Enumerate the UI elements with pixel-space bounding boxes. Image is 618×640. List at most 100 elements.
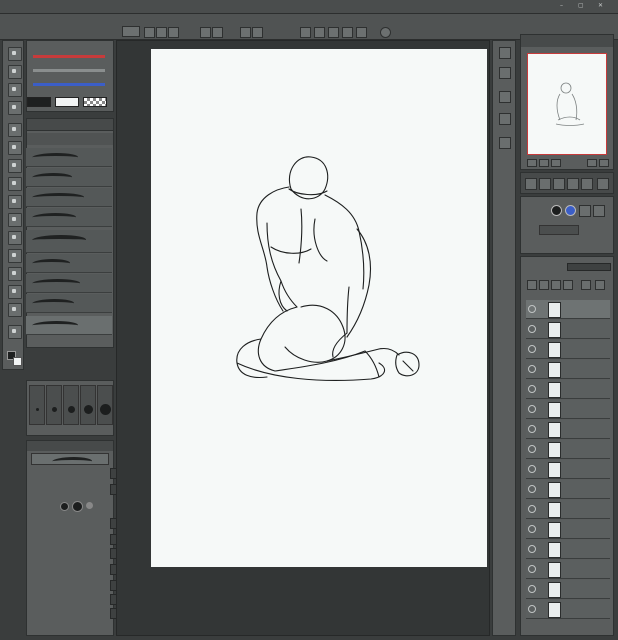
visibility-eye-icon[interactable] xyxy=(528,465,536,473)
fill-selection-icon[interactable] xyxy=(252,27,263,38)
layer-row[interactable] xyxy=(526,460,610,479)
visibility-eye-icon[interactable] xyxy=(528,545,536,553)
eyedropper-icon[interactable] xyxy=(8,141,22,155)
airbrush-icon[interactable] xyxy=(8,213,22,227)
delete-layer-icon[interactable] xyxy=(595,280,605,290)
property-row[interactable] xyxy=(28,608,122,619)
border-icon[interactable] xyxy=(579,205,591,217)
mask-icon[interactable] xyxy=(563,280,573,290)
layer-blend-row[interactable] xyxy=(523,261,611,275)
layer-row[interactable] xyxy=(526,480,610,499)
new-file-icon[interactable] xyxy=(144,27,155,38)
visibility-eye-icon[interactable] xyxy=(528,585,536,593)
layer-row[interactable] xyxy=(526,560,610,579)
navigator-tab-icon[interactable] xyxy=(499,47,511,59)
visibility-eye-icon[interactable] xyxy=(528,305,536,313)
brush-item[interactable] xyxy=(26,208,112,227)
maximize-icon[interactable]: ▢ xyxy=(578,1,584,11)
pen-icon[interactable] xyxy=(8,159,22,173)
special-ruler-icon[interactable] xyxy=(342,27,353,38)
brush-item[interactable] xyxy=(26,254,112,273)
visibility-eye-icon[interactable] xyxy=(528,325,536,333)
brush-icon[interactable] xyxy=(8,195,22,209)
info-icon[interactable] xyxy=(380,27,391,38)
ruler-icon[interactable] xyxy=(8,325,22,339)
effect-icon[interactable] xyxy=(551,205,562,216)
close-icon[interactable]: ✕ xyxy=(598,1,603,11)
figure-icon[interactable] xyxy=(8,285,22,299)
navigator-zoom-controls[interactable] xyxy=(527,159,609,167)
layer-row[interactable] xyxy=(526,360,610,379)
brush-item[interactable] xyxy=(26,274,112,293)
new-layer-icon[interactable] xyxy=(581,280,591,290)
canvas-page[interactable] xyxy=(151,49,487,567)
flip-icon[interactable] xyxy=(581,178,593,190)
fit-icon[interactable] xyxy=(553,178,565,190)
blue-slider[interactable] xyxy=(33,83,105,86)
brush-item[interactable] xyxy=(26,294,112,313)
material-tab-icon[interactable] xyxy=(499,91,511,103)
lasso-icon[interactable] xyxy=(8,123,22,137)
size-preset[interactable] xyxy=(29,385,45,425)
select-icon[interactable] xyxy=(8,101,22,115)
text-icon[interactable] xyxy=(8,303,22,317)
layer-row[interactable] xyxy=(526,440,610,459)
redo-icon[interactable] xyxy=(212,27,223,38)
property-row[interactable] xyxy=(28,580,122,591)
property-row[interactable] xyxy=(28,484,122,495)
red-slider[interactable] xyxy=(33,55,105,58)
layer-row[interactable] xyxy=(526,300,610,319)
visibility-eye-icon[interactable] xyxy=(528,505,536,513)
history-tab-icon[interactable] xyxy=(499,113,511,125)
canvas-workspace[interactable] xyxy=(116,40,490,636)
reset-icon[interactable] xyxy=(597,178,609,190)
brush-item[interactable] xyxy=(26,148,112,167)
visibility-eye-icon[interactable] xyxy=(528,565,536,573)
ruler-snap-icon[interactable] xyxy=(314,27,325,38)
reference-icon[interactable] xyxy=(551,280,561,290)
minimize-icon[interactable]: – xyxy=(560,1,563,11)
tone-icon[interactable] xyxy=(593,205,605,217)
opacity-slider[interactable] xyxy=(567,263,611,271)
size-preset[interactable] xyxy=(46,385,62,425)
layer-row[interactable] xyxy=(526,420,610,439)
layer-row[interactable] xyxy=(526,500,610,519)
perspective-icon[interactable] xyxy=(356,27,367,38)
visibility-eye-icon[interactable] xyxy=(528,605,536,613)
save-icon[interactable] xyxy=(168,27,179,38)
expression-color-select[interactable] xyxy=(539,225,579,235)
visibility-eye-icon[interactable] xyxy=(528,385,536,393)
layer-row[interactable] xyxy=(526,400,610,419)
fill-icon[interactable] xyxy=(8,249,22,263)
visibility-eye-icon[interactable] xyxy=(528,445,536,453)
brush-item-selected[interactable] xyxy=(26,316,112,335)
zoom-icon[interactable] xyxy=(8,65,22,79)
size-preset[interactable] xyxy=(80,385,96,425)
layer-color-icon[interactable] xyxy=(565,205,576,216)
layer-row[interactable] xyxy=(526,600,610,619)
main-color-box[interactable] xyxy=(27,97,51,107)
layer-row[interactable] xyxy=(526,580,610,599)
layer-row[interactable] xyxy=(526,340,610,359)
grid-snap-icon[interactable] xyxy=(328,27,339,38)
visibility-eye-icon[interactable] xyxy=(528,345,536,353)
subtool-tabs[interactable] xyxy=(27,133,113,145)
clear-icon[interactable] xyxy=(240,27,251,38)
brush-tip-row[interactable] xyxy=(58,500,108,512)
pencil-icon[interactable] xyxy=(8,177,22,191)
layer-row[interactable] xyxy=(526,540,610,559)
library-tab-icon[interactable] xyxy=(499,137,511,149)
undo-icon[interactable] xyxy=(200,27,211,38)
sub-view-tab-icon[interactable] xyxy=(499,67,511,79)
zoom-in-icon[interactable] xyxy=(525,178,537,190)
eraser-icon[interactable] xyxy=(8,231,22,245)
transparent-color-box[interactable] xyxy=(83,97,107,107)
layer-row[interactable] xyxy=(526,320,610,339)
property-row[interactable] xyxy=(28,468,122,479)
transform-icon[interactable] xyxy=(300,27,311,38)
home-icon[interactable] xyxy=(122,26,140,37)
visibility-eye-icon[interactable] xyxy=(528,425,536,433)
property-row[interactable] xyxy=(28,518,122,529)
visibility-eye-icon[interactable] xyxy=(528,405,536,413)
property-row[interactable] xyxy=(28,548,122,559)
